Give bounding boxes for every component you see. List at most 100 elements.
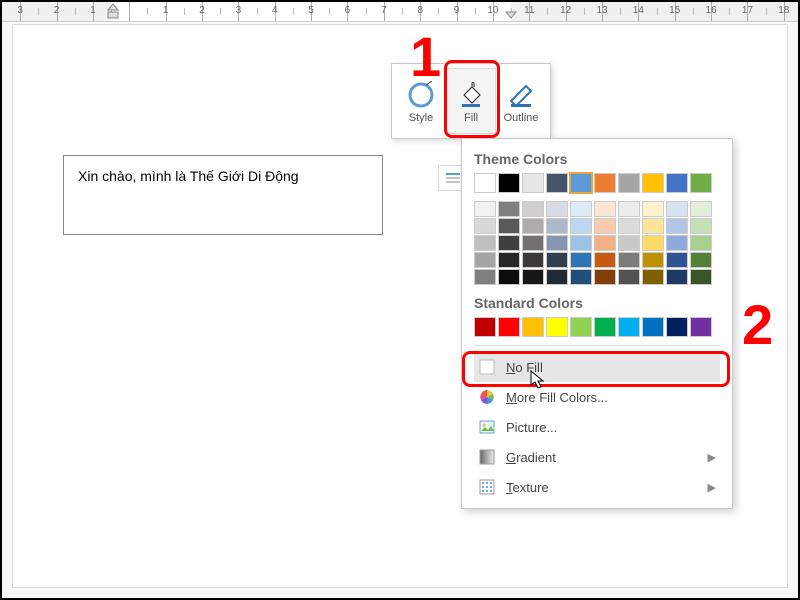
color-swatch[interactable] [642,218,664,234]
color-swatch[interactable] [594,218,616,234]
color-swatch[interactable] [594,269,616,285]
color-swatch[interactable] [570,173,592,193]
color-swatch[interactable] [498,317,520,337]
color-swatch[interactable] [666,269,688,285]
color-swatch[interactable] [546,235,568,251]
color-swatch[interactable] [474,317,496,337]
color-swatch[interactable] [474,201,496,217]
color-swatch[interactable] [594,235,616,251]
picture-fill-item[interactable]: Picture... [474,412,720,442]
color-swatch[interactable] [570,269,592,285]
color-swatch[interactable] [546,201,568,217]
theme-colors-title: Theme Colors [474,151,720,167]
color-swatch[interactable] [618,252,640,268]
fill-dropdown-panel: Theme Colors Standard Colors No Fill [461,138,733,509]
color-swatch[interactable] [642,252,664,268]
color-swatch[interactable] [690,317,712,337]
document-page: Xin chào, mình là Thế Giới Di Động Style… [12,24,788,588]
style-icon [406,78,436,112]
color-swatch[interactable] [642,235,664,251]
color-swatch[interactable] [666,218,688,234]
color-swatch[interactable] [570,252,592,268]
color-swatch[interactable] [522,317,544,337]
color-swatch[interactable] [498,201,520,217]
color-swatch[interactable] [690,269,712,285]
color-swatch[interactable] [642,201,664,217]
color-swatch[interactable] [570,201,592,217]
divider [474,345,720,346]
texture-fill-item[interactable]: Texture ▶ [474,472,720,502]
color-swatch[interactable] [570,218,592,234]
color-swatch[interactable] [546,252,568,268]
color-swatch[interactable] [618,173,640,193]
no-fill-icon [478,358,496,376]
color-swatch[interactable] [498,269,520,285]
color-swatch[interactable] [690,201,712,217]
color-swatch[interactable] [522,218,544,234]
picture-icon [478,418,496,436]
color-swatch[interactable] [618,317,640,337]
color-swatch[interactable] [474,252,496,268]
color-swatch[interactable] [570,235,592,251]
standard-colors-title: Standard Colors [474,295,720,311]
color-swatch[interactable] [618,269,640,285]
no-fill-item[interactable]: No Fill [474,352,720,382]
color-swatch[interactable] [666,317,688,337]
gradient-label: Gradient [506,450,556,465]
color-swatch[interactable] [498,173,520,193]
color-swatch[interactable] [690,173,712,193]
color-swatch[interactable] [522,252,544,268]
color-wheel-icon [478,388,496,406]
fill-button[interactable]: Fill [446,68,496,134]
color-swatch[interactable] [522,201,544,217]
horizontal-ruler: 321123456789101112131415161718 [2,2,798,22]
style-button[interactable]: Style [396,68,446,134]
color-swatch[interactable] [690,252,712,268]
color-swatch[interactable] [690,235,712,251]
color-swatch[interactable] [474,173,496,193]
color-swatch[interactable] [498,235,520,251]
text-box-shape[interactable]: Xin chào, mình là Thế Giới Di Động [63,155,383,235]
gradient-icon [478,448,496,466]
no-fill-label: No Fill [506,360,543,375]
text-box-content: Xin chào, mình là Thế Giới Di Động [78,168,299,184]
color-swatch[interactable] [642,269,664,285]
color-swatch[interactable] [618,235,640,251]
color-swatch[interactable] [666,252,688,268]
color-swatch[interactable] [522,235,544,251]
color-swatch[interactable] [594,317,616,337]
color-swatch[interactable] [546,218,568,234]
more-fill-colors-label: More Fill Colors... [506,390,608,405]
outline-label: Outline [504,112,539,124]
color-swatch[interactable] [474,269,496,285]
color-swatch[interactable] [642,317,664,337]
color-swatch[interactable] [666,201,688,217]
color-swatch[interactable] [498,218,520,234]
color-swatch[interactable] [666,173,688,193]
color-swatch[interactable] [522,269,544,285]
color-swatch[interactable] [546,173,568,193]
fill-icon [456,78,486,112]
gradient-fill-item[interactable]: Gradient ▶ [474,442,720,472]
color-swatch[interactable] [690,218,712,234]
color-swatch[interactable] [618,201,640,217]
texture-label: Texture [506,480,549,495]
color-swatch[interactable] [618,218,640,234]
color-swatch[interactable] [594,252,616,268]
standard-colors-row [474,317,720,337]
outline-button[interactable]: Outline [496,68,546,134]
color-swatch[interactable] [642,173,664,193]
color-swatch[interactable] [570,317,592,337]
color-swatch[interactable] [594,173,616,193]
color-swatch[interactable] [522,173,544,193]
color-swatch[interactable] [666,235,688,251]
color-swatch[interactable] [498,252,520,268]
color-swatch[interactable] [474,218,496,234]
color-swatch[interactable] [594,201,616,217]
theme-color-shades [474,201,720,285]
color-swatch[interactable] [474,235,496,251]
color-swatch[interactable] [546,317,568,337]
color-swatch[interactable] [546,269,568,285]
submenu-arrow-icon: ▶ [708,481,716,494]
more-fill-colors-item[interactable]: More Fill Colors... [474,382,720,412]
